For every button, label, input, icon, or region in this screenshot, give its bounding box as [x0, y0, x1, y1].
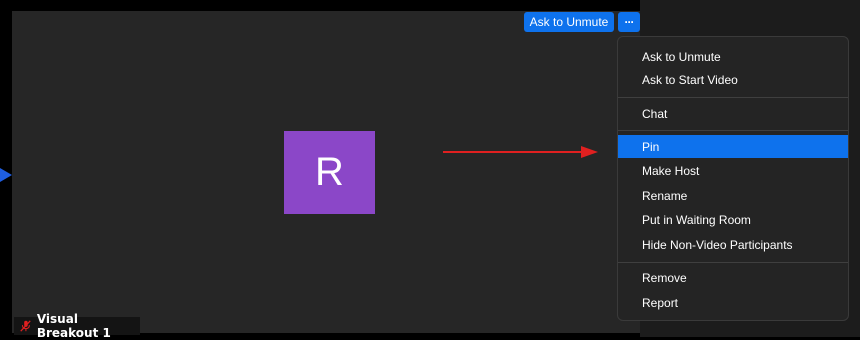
menu-item-chat[interactable]: Chat — [618, 102, 848, 125]
menu-item-ask-to-unmute[interactable]: Ask to Unmute — [618, 45, 848, 68]
participant-name: Visual Breakout 1 — [36, 312, 111, 340]
ask-to-unmute-button[interactable]: Ask to Unmute — [524, 12, 614, 32]
menu-item-hide-non-video-participants[interactable]: Hide Non-Video Participants — [618, 233, 848, 256]
participant-avatar: R — [284, 131, 375, 214]
menu-item-report[interactable]: Report — [618, 291, 848, 314]
menu-item-pin[interactable]: Pin — [618, 135, 848, 158]
menu-item-ask-to-start-video[interactable]: Ask to Start Video — [618, 68, 848, 91]
menu-divider — [618, 130, 848, 131]
menu-divider — [618, 97, 848, 98]
menu-item-make-host[interactable]: Make Host — [618, 159, 848, 182]
window-top-bar — [12, 0, 640, 11]
menu-item-remove[interactable]: Remove — [618, 266, 848, 289]
participant-options-menu: Ask to Unmute Ask to Start Video Chat Pi… — [617, 36, 849, 321]
more-options-button[interactable]: ··· — [618, 12, 640, 32]
muted-mic-icon — [20, 320, 31, 332]
participant-name-tag: Visual Breakout 1 — [14, 312, 140, 340]
annotation-arrow-red-icon — [443, 146, 598, 158]
annotation-arrow-blue-icon — [0, 168, 12, 182]
menu-item-rename[interactable]: Rename — [618, 184, 848, 207]
menu-item-put-in-waiting-room[interactable]: Put in Waiting Room — [618, 208, 848, 231]
menu-divider — [618, 262, 848, 263]
